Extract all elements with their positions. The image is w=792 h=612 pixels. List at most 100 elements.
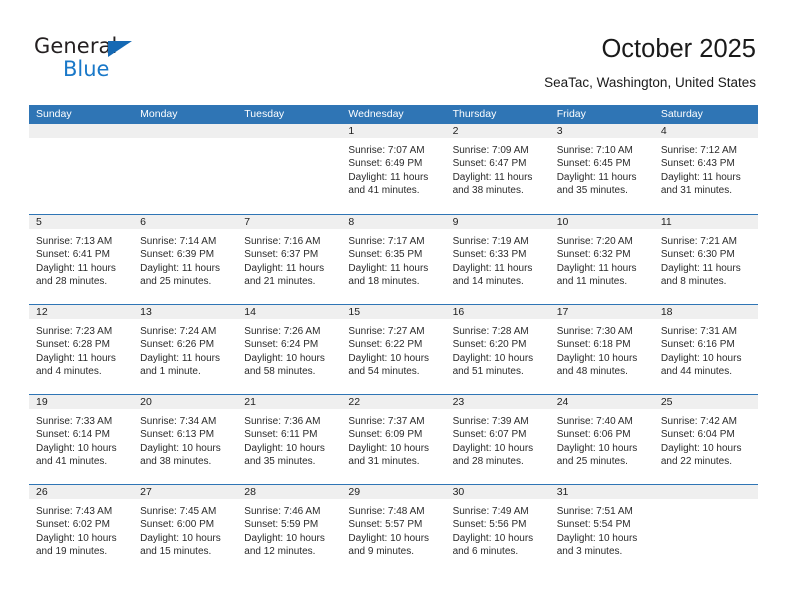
day-number: 9	[445, 215, 550, 229]
daylight-text-line2: and 18 minutes.	[348, 275, 420, 287]
day-cell[interactable]: 30 Sunrise: 7:49 AM Sunset: 5:56 PM Dayligh…	[445, 485, 550, 574]
day-cell[interactable]: 11 Sunrise: 7:21 AM Sunset: 6:30 PM Dayligh…	[653, 215, 758, 304]
daylight-text-line2: and 41 minutes.	[348, 184, 420, 196]
day-number: 13	[133, 305, 238, 319]
calendar-week-row: 19 Sunrise: 7:33 AM Sunset: 6:14 PM Dayligh…	[29, 394, 758, 484]
day-cell[interactable]: 7 Sunrise: 7:16 AM Sunset: 6:37 PM Daylight…	[237, 215, 342, 304]
day-number: 17	[549, 305, 654, 319]
calendar-header-row: Sunday Monday Tuesday Wednesday Thursday…	[29, 105, 758, 124]
general-blue-logo[interactable]: General Blue	[34, 34, 214, 84]
day-cell[interactable]: 3 Sunrise: 7:10 AM Sunset: 6:45 PM Daylight…	[549, 124, 654, 214]
sunset-text: Sunset: 6:09 PM	[348, 429, 423, 441]
daylight-text-line1: Daylight: 10 hours	[452, 532, 534, 544]
day-cell[interactable]: 25 Sunrise: 7:42 AM Sunset: 6:04 PM Dayligh…	[653, 395, 758, 484]
day-cell[interactable]: 13 Sunrise: 7:24 AM Sunset: 6:26 PM Dayligh…	[133, 305, 238, 394]
daylight-text-line1: Daylight: 10 hours	[348, 532, 430, 544]
day-number: 23	[445, 395, 550, 409]
day-cell[interactable]	[29, 124, 134, 214]
day-number: 22	[341, 395, 446, 409]
day-number: 3	[549, 124, 654, 138]
day-cell[interactable]	[237, 124, 342, 214]
sunset-text: Sunset: 6:45 PM	[556, 158, 631, 170]
day-cell[interactable]: 26 Sunrise: 7:43 AM Sunset: 6:02 PM Dayligh…	[29, 485, 134, 574]
daylight-text-line1: Daylight: 10 hours	[452, 442, 534, 454]
daylight-text-line2: and 3 minutes.	[556, 545, 623, 557]
sunrise-text: Sunrise: 7:51 AM	[556, 506, 633, 517]
day-cell[interactable]: 12 Sunrise: 7:23 AM Sunset: 6:28 PM Dayligh…	[29, 305, 134, 394]
day-cell[interactable]: 5 Sunrise: 7:13 AM Sunset: 6:41 PM Daylight…	[29, 215, 134, 304]
day-cell[interactable]: 22 Sunrise: 7:37 AM Sunset: 6:09 PM Dayligh…	[341, 395, 446, 484]
sunset-text: Sunset: 6:11 PM	[244, 429, 318, 441]
daylight-text-line2: and 31 minutes.	[348, 455, 420, 467]
sunset-text: Sunset: 6:24 PM	[244, 339, 319, 351]
day-cell[interactable]: 20 Sunrise: 7:34 AM Sunset: 6:13 PM Dayligh…	[133, 395, 238, 484]
daylight-text-line2: and 8 minutes.	[660, 275, 727, 287]
day-cell[interactable]: 29 Sunrise: 7:48 AM Sunset: 5:57 PM Dayligh…	[341, 485, 446, 574]
daylight-text-line1: Daylight: 10 hours	[556, 352, 638, 364]
day-cell[interactable]: 31 Sunrise: 7:51 AM Sunset: 5:54 PM Dayligh…	[549, 485, 654, 574]
sunrise-text: Sunrise: 7:37 AM	[348, 416, 425, 427]
sunset-text: Sunset: 6:02 PM	[36, 519, 110, 531]
day-number: 30	[445, 485, 550, 499]
sunrise-text: Sunrise: 7:09 AM	[452, 145, 529, 156]
daylight-text-line2: and 14 minutes.	[452, 275, 524, 287]
day-cell[interactable]: 19 Sunrise: 7:33 AM Sunset: 6:14 PM Dayligh…	[29, 395, 134, 484]
day-number: 28	[237, 485, 342, 499]
day-number	[653, 485, 758, 499]
daylight-text-line2: and 1 minute.	[140, 365, 201, 377]
calendar-week-row: 12 Sunrise: 7:23 AM Sunset: 6:28 PM Dayligh…	[29, 304, 758, 394]
day-cell[interactable]: 6 Sunrise: 7:14 AM Sunset: 6:39 PM Daylight…	[133, 215, 238, 304]
sunset-text: Sunset: 5:57 PM	[348, 519, 423, 531]
day-number: 15	[341, 305, 446, 319]
day-cell[interactable]	[653, 485, 758, 574]
day-cell[interactable]: 8 Sunrise: 7:17 AM Sunset: 6:35 PM Daylight…	[341, 215, 446, 304]
day-cell[interactable]: 16 Sunrise: 7:28 AM Sunset: 6:20 PM Dayligh…	[445, 305, 550, 394]
day-number: 2	[445, 124, 550, 138]
day-cell[interactable]: 2 Sunrise: 7:09 AM Sunset: 6:47 PM Daylight…	[445, 124, 550, 214]
daylight-text-line2: and 44 minutes.	[660, 365, 733, 377]
daylight-text-line2: and 6 minutes.	[452, 545, 519, 557]
day-cell[interactable]: 1 Sunrise: 7:07 AM Sunset: 6:49 PM Daylight…	[341, 124, 446, 214]
daylight-text-line2: and 21 minutes.	[244, 275, 316, 287]
day-cell[interactable]: 27 Sunrise: 7:45 AM Sunset: 6:00 PM Dayligh…	[133, 485, 238, 574]
sunset-text: Sunset: 6:14 PM	[36, 429, 110, 441]
daylight-text-line1: Daylight: 11 hours	[452, 171, 533, 183]
day-number: 10	[549, 215, 654, 229]
sunrise-text: Sunrise: 7:30 AM	[556, 326, 633, 337]
day-cell[interactable]: 28 Sunrise: 7:46 AM Sunset: 5:59 PM Dayligh…	[237, 485, 342, 574]
day-cell[interactable]: 24 Sunrise: 7:40 AM Sunset: 6:06 PM Dayligh…	[549, 395, 654, 484]
daylight-text-line2: and 11 minutes.	[556, 275, 628, 287]
day-cell[interactable]: 17 Sunrise: 7:30 AM Sunset: 6:18 PM Dayligh…	[549, 305, 654, 394]
day-number: 29	[341, 485, 446, 499]
day-cell[interactable]: 18 Sunrise: 7:31 AM Sunset: 6:16 PM Dayligh…	[653, 305, 758, 394]
sunset-text: Sunset: 6:39 PM	[140, 249, 215, 261]
day-number: 6	[133, 215, 238, 229]
sunrise-text: Sunrise: 7:24 AM	[140, 326, 217, 337]
sunrise-text: Sunrise: 7:36 AM	[244, 416, 321, 427]
sunrise-text: Sunrise: 7:21 AM	[660, 236, 737, 247]
day-number: 25	[653, 395, 758, 409]
day-cell[interactable]: 9 Sunrise: 7:19 AM Sunset: 6:33 PM Daylight…	[445, 215, 550, 304]
daylight-text-line1: Daylight: 11 hours	[348, 262, 429, 274]
day-cell[interactable]: 23 Sunrise: 7:39 AM Sunset: 6:07 PM Dayligh…	[445, 395, 550, 484]
daylight-text-line1: Daylight: 10 hours	[660, 442, 742, 454]
sunrise-text: Sunrise: 7:07 AM	[348, 145, 425, 156]
sunrise-text: Sunrise: 7:45 AM	[140, 506, 217, 517]
daylight-text-line1: Daylight: 10 hours	[556, 442, 638, 454]
day-cell[interactable]: 14 Sunrise: 7:26 AM Sunset: 6:24 PM Dayligh…	[237, 305, 342, 394]
day-cell[interactable]: 15 Sunrise: 7:27 AM Sunset: 6:22 PM Dayligh…	[341, 305, 446, 394]
day-number: 18	[653, 305, 758, 319]
day-cell[interactable]	[133, 124, 238, 214]
day-number: 4	[653, 124, 758, 138]
sunrise-text: Sunrise: 7:42 AM	[660, 416, 737, 427]
day-cell[interactable]: 21 Sunrise: 7:36 AM Sunset: 6:11 PM Dayligh…	[237, 395, 342, 484]
sunset-text: Sunset: 6:18 PM	[556, 339, 631, 351]
sunset-text: Sunset: 6:20 PM	[452, 339, 527, 351]
weekday-header-friday: Friday	[556, 108, 586, 120]
daylight-text-line1: Daylight: 11 hours	[660, 262, 741, 274]
logo-triangle-icon	[108, 41, 132, 57]
day-cell[interactable]: 4 Sunrise: 7:12 AM Sunset: 6:43 PM Daylight…	[653, 124, 758, 214]
day-cell[interactable]: 10 Sunrise: 7:20 AM Sunset: 6:32 PM Dayligh…	[549, 215, 654, 304]
sunrise-text: Sunrise: 7:27 AM	[348, 326, 425, 337]
daylight-text-line2: and 4 minutes.	[36, 365, 102, 377]
